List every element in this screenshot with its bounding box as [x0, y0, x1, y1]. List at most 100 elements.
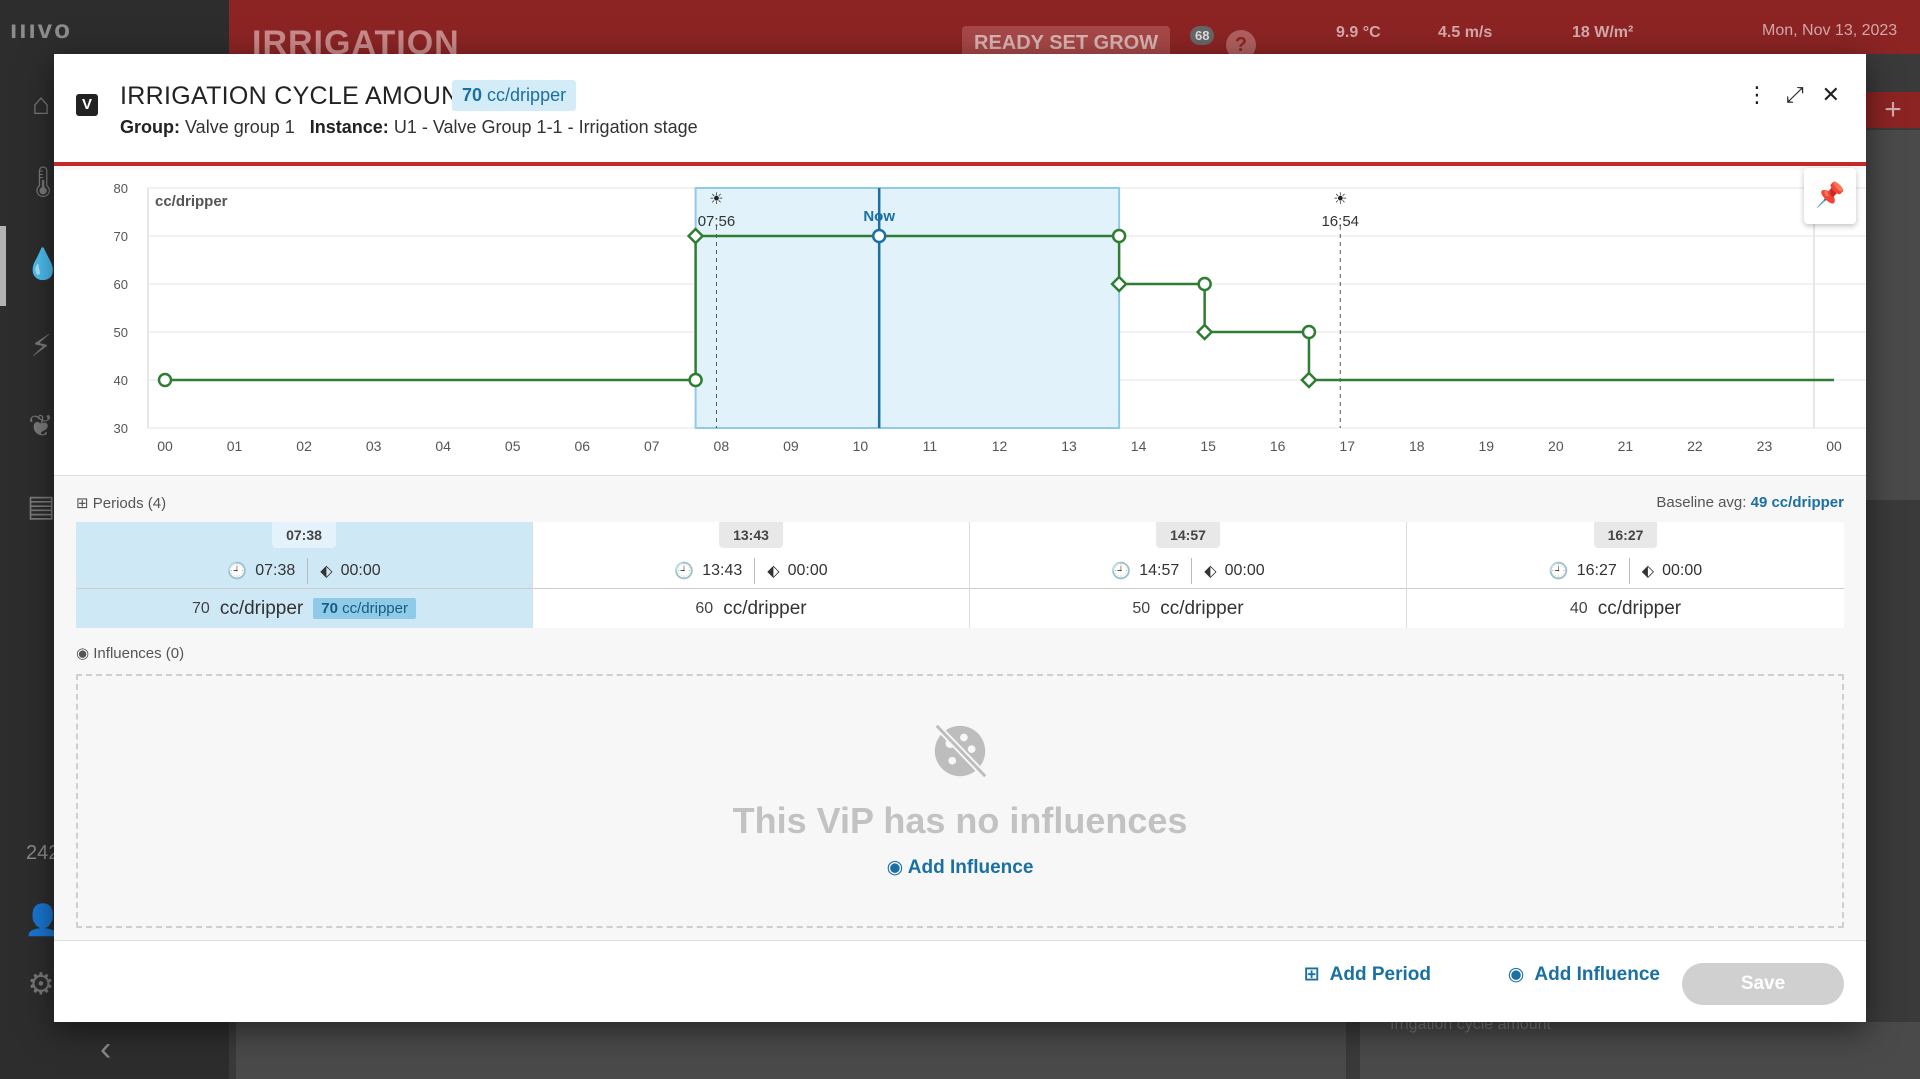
home-icon[interactable]: ⌂: [24, 88, 58, 122]
period-ramp[interactable]: 00:00: [1662, 562, 1702, 580]
period-value[interactable]: 60: [695, 600, 713, 618]
period-values: 70 cc/dripper 70 cc/dripper: [76, 588, 532, 628]
y-tick-label: 40: [114, 373, 128, 388]
period-start[interactable]: 14:57: [1139, 562, 1179, 580]
save-button[interactable]: Save: [1682, 963, 1844, 1005]
group-label: Group:: [120, 117, 180, 137]
influences-label: Influences (0): [93, 645, 185, 662]
x-tick-label: 21: [1618, 438, 1634, 454]
baseline-label: Baseline avg:: [1656, 494, 1747, 511]
irrigation-chart[interactable]: 30 40 50 60 70 80 cc/dripper 00 01 02 03 04 05 06 07 08…: [54, 170, 1904, 476]
period-start[interactable]: 13:43: [702, 562, 742, 580]
period-tab[interactable]: 07:38: [272, 522, 336, 548]
period-times: 🕘 13:43 ⬖ 00:00: [533, 558, 969, 584]
header-date: Mon, Nov 13, 2023: [1762, 22, 1898, 39]
y-tick-label: 80: [114, 181, 128, 196]
y-tick-label: 50: [114, 325, 128, 340]
active-value-pill: 70 cc/dripper: [313, 598, 416, 619]
add-period-button[interactable]: ⊞ Add Period: [1304, 963, 1431, 986]
plant-icon[interactable]: ❦: [24, 410, 58, 444]
period-tab[interactable]: 13:43: [719, 522, 783, 548]
x-tick-label: 15: [1200, 438, 1216, 454]
add-plus-button[interactable]: +: [1866, 92, 1920, 128]
y-tick-label: 60: [114, 277, 128, 292]
period-start[interactable]: 16:27: [1577, 562, 1617, 580]
clock-icon: 🕘: [1548, 563, 1569, 580]
influence-icon: ◉: [76, 645, 90, 662]
period-start-marker: [1197, 276, 1212, 292]
x-tick-label: 14: [1131, 438, 1147, 454]
modal-subtitle: Group: Valve group 1 Instance: U1 - Valv…: [120, 117, 698, 138]
period-tab[interactable]: 14:57: [1156, 522, 1220, 548]
sidebar-active-indicator: [0, 226, 6, 306]
expand-icon[interactable]: ⤢: [1786, 82, 1804, 108]
y-tick-label: 30: [114, 421, 128, 436]
period-tab[interactable]: 16:27: [1593, 522, 1658, 548]
add-influence-link[interactable]: ◉ Add Influence: [78, 856, 1842, 879]
modal-footer: ⊞ Add Period ◉ Add Influence Save: [54, 940, 1866, 1022]
x-tick-label: 04: [435, 438, 451, 454]
water-drop-icon[interactable]: 💧: [24, 248, 61, 282]
radiation-readout: 18 W/m²: [1572, 24, 1634, 41]
background-card: [1860, 130, 1920, 500]
x-tick-label: 17: [1339, 438, 1355, 454]
periods-icon: ⊞: [76, 495, 89, 512]
period-value[interactable]: 50: [1132, 600, 1150, 618]
notification-count-badge[interactable]: 68: [1190, 26, 1215, 45]
gear-icon[interactable]: ⚙: [24, 968, 58, 1002]
lightning-icon[interactable]: ⚡: [24, 330, 58, 364]
modal-title: IRRIGATION CYCLE AMOUNT: [120, 82, 476, 110]
period-unit: cc/dripper: [1160, 597, 1244, 619]
x-tick-label: 18: [1409, 438, 1425, 454]
thermometer-icon[interactable]: 🌡: [24, 166, 62, 200]
clock-icon: 🕘: [1111, 563, 1132, 580]
period-card[interactable]: 13:43 🕘 13:43 ⬖ 00:00 60 cc/dripper: [533, 522, 970, 628]
modal-header: V IRRIGATION CYCLE AMOUNT 70 cc/dripper …: [54, 54, 1866, 166]
x-tick-label: 06: [574, 438, 590, 454]
instance-value: U1 - Valve Group 1-1 - Irrigation stage: [393, 117, 698, 137]
x-tick-label: 16: [1270, 438, 1286, 454]
x-tick-label: 13: [1061, 438, 1077, 454]
close-icon[interactable]: ✕: [1822, 82, 1840, 108]
current-value-pill: 70 cc/dripper: [452, 80, 577, 111]
period-values: 60 cc/dripper: [533, 588, 969, 628]
vip-modal: V IRRIGATION CYCLE AMOUNT 70 cc/dripper …: [54, 54, 1904, 1022]
x-tick-label: 03: [366, 438, 382, 454]
x-tick-label: 20: [1548, 438, 1564, 454]
period-ramp[interactable]: 00:00: [788, 562, 828, 580]
period-card[interactable]: 16:27 🕘 16:27 ⬖ 00:00 40 cc/dripper: [1407, 522, 1844, 628]
vip-badge: V: [76, 94, 98, 116]
pin-icon[interactable]: 📌: [1804, 168, 1856, 224]
now-marker: [871, 228, 887, 244]
add-influence-label: Add Influence: [907, 857, 1034, 878]
period-value[interactable]: 70: [192, 600, 210, 618]
instance-label: Instance:: [309, 117, 389, 137]
period-times: 🕘 14:57 ⬖ 00:00: [970, 558, 1406, 584]
periods-header: ⊞ Periods (4): [76, 494, 166, 512]
influences-empty-state: This ViP has no influences ◉ Add Influen…: [76, 674, 1844, 928]
period-card[interactable]: 07:38 🕘 07:38 ⬖ 00:00 70 cc/dripper 70 c…: [76, 522, 533, 628]
now-label: Now: [863, 208, 895, 225]
period-card[interactable]: 14:57 🕘 14:57 ⬖ 00:00 50 cc/dripper: [970, 522, 1407, 628]
x-tick-label: 08: [714, 438, 730, 454]
clock-icon: 🕘: [227, 563, 248, 580]
period-value[interactable]: 40: [1570, 600, 1588, 618]
ramp-icon: ⬖: [1641, 563, 1655, 580]
collapse-sidebar-icon[interactable]: ‹: [100, 1030, 111, 1069]
ramp-icon: ⬖: [1204, 563, 1217, 580]
divider: [307, 558, 309, 584]
influence-icon: ◉: [886, 857, 904, 878]
baseline-avg: Baseline avg: 49 cc/dripper: [1656, 494, 1844, 511]
add-influence-button[interactable]: ◉ Add Influence: [1508, 963, 1660, 986]
x-tick-label: 11: [923, 438, 938, 454]
user-icon[interactable]: 👤: [24, 904, 61, 938]
period-start[interactable]: 07:38: [255, 562, 295, 580]
period-ramp[interactable]: 00:00: [341, 562, 381, 580]
sunset-label: 16:54: [1321, 213, 1359, 230]
divider: [1628, 558, 1630, 584]
period-values: 40 cc/dripper: [1407, 588, 1844, 628]
clipboard-icon[interactable]: ▤: [24, 490, 58, 524]
periods-label: Periods (4): [92, 495, 167, 512]
more-options-icon[interactable]: ⋮: [1746, 82, 1768, 108]
period-ramp[interactable]: 00:00: [1225, 562, 1265, 580]
